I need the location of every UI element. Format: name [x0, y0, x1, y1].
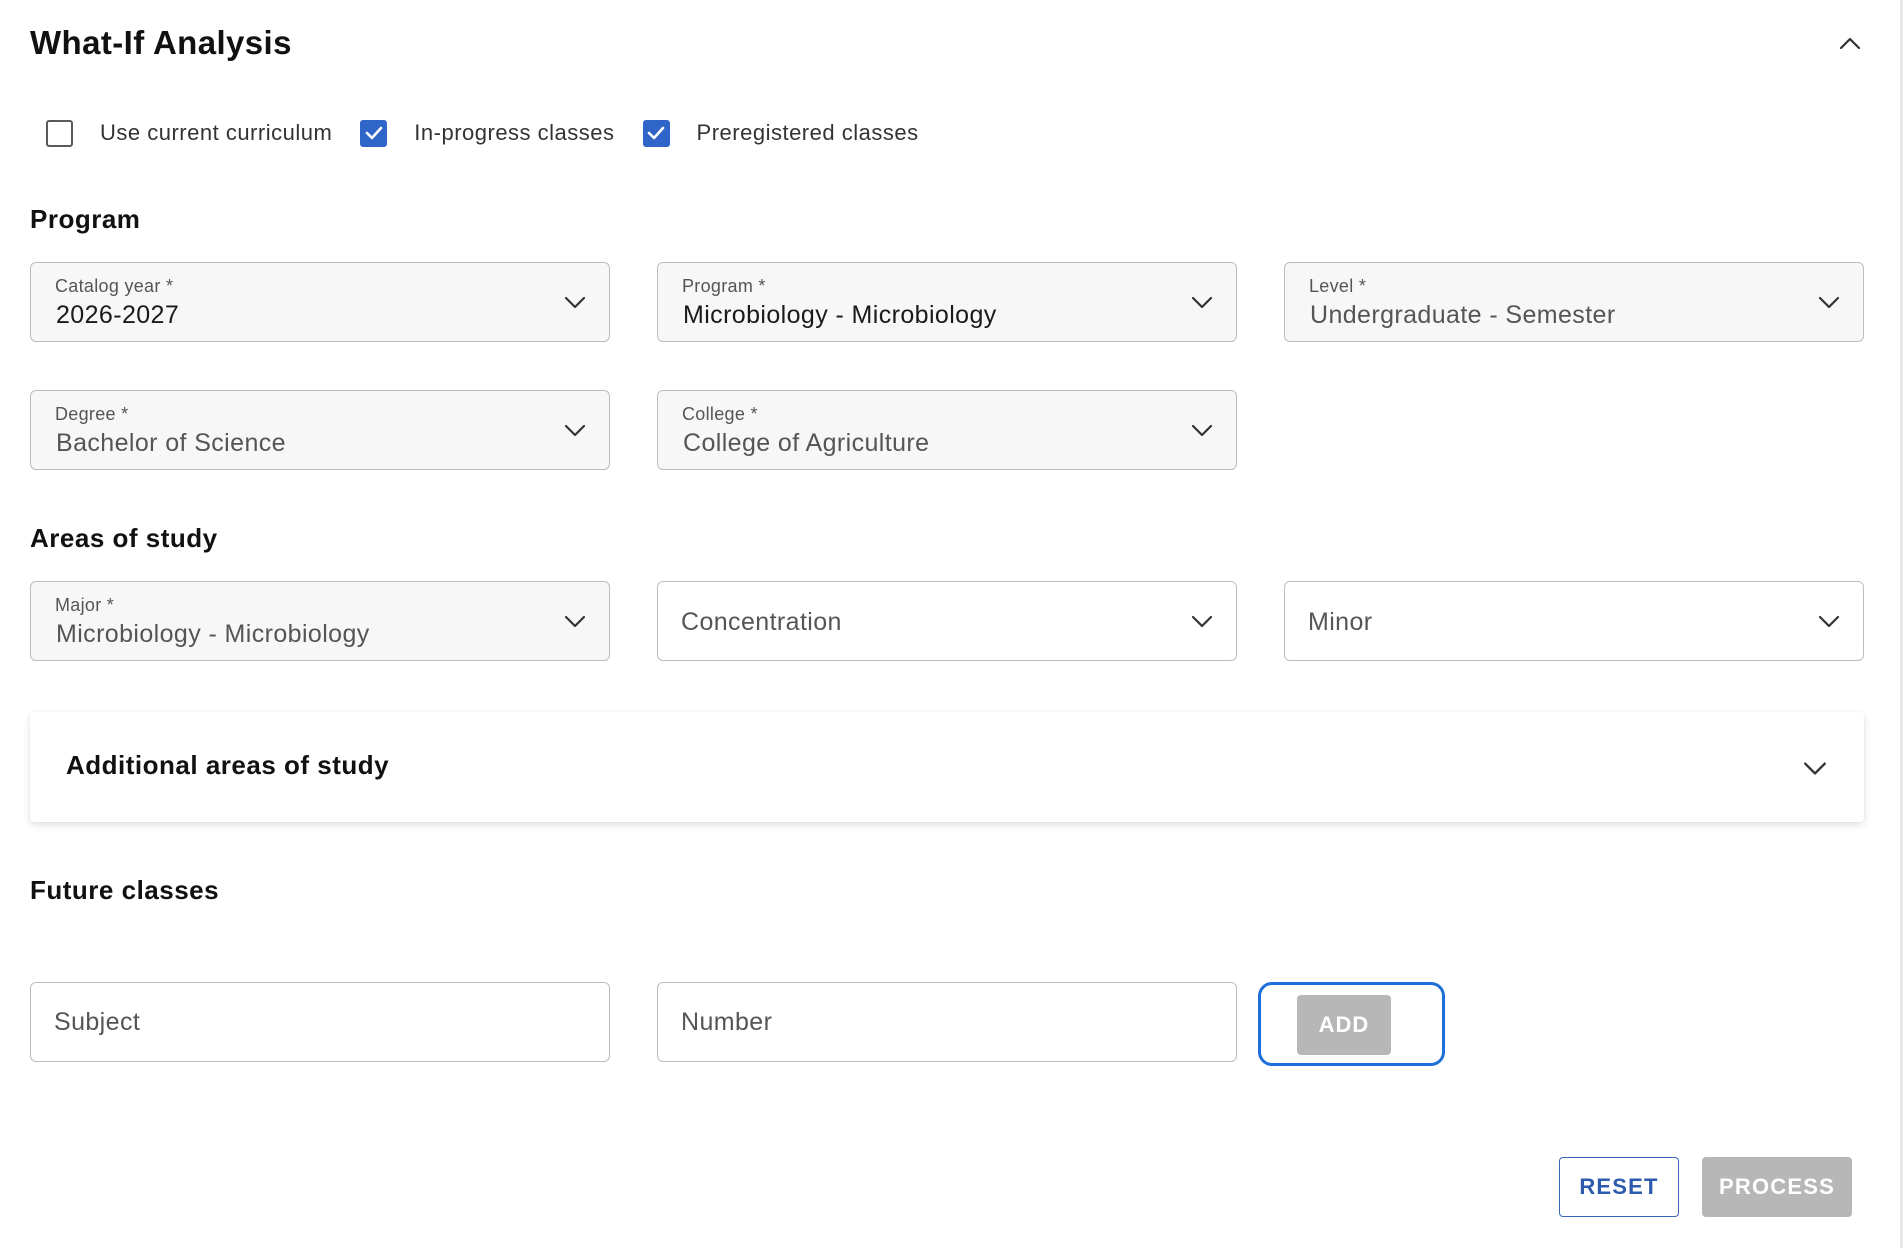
major-label: Major *: [55, 595, 115, 615]
program-value: Microbiology - Microbiology: [683, 301, 997, 329]
add-button[interactable]: ADD: [1297, 995, 1391, 1055]
major-select[interactable]: Major * Microbiology - Microbiology: [30, 581, 610, 661]
catalog-year-label: Catalog year *: [55, 276, 174, 296]
college-value: College of Agriculture: [683, 429, 930, 457]
in-progress-classes-label: In-progress classes: [414, 120, 615, 145]
chevron-down-icon: [1804, 762, 1826, 775]
minor-select[interactable]: Minor: [1284, 581, 1864, 661]
page-title: What-If Analysis: [30, 24, 292, 61]
program-select[interactable]: Program * Microbiology - Microbiology: [657, 262, 1237, 342]
level-label: Level *: [1309, 276, 1367, 296]
program-label: Program *: [682, 276, 766, 296]
major-value: Microbiology - Microbiology: [56, 620, 370, 648]
catalog-year-select[interactable]: Catalog year * 2026-2027: [30, 262, 610, 342]
subject-input[interactable]: [30, 982, 610, 1062]
use-current-curriculum-label: Use current curriculum: [100, 120, 333, 145]
concentration-select[interactable]: Concentration: [657, 581, 1237, 661]
reset-button[interactable]: RESET: [1559, 1157, 1679, 1217]
college-label: College *: [682, 404, 758, 424]
options-row: Use current curriculum In-progress class…: [46, 116, 919, 150]
chevron-down-icon: [564, 615, 586, 628]
chevron-down-icon: [564, 424, 586, 437]
number-input[interactable]: [657, 982, 1237, 1062]
level-select[interactable]: Level * Undergraduate - Semester: [1284, 262, 1864, 342]
program-heading: Program: [30, 204, 141, 234]
additional-areas-accordion[interactable]: Additional areas of study: [30, 712, 1864, 822]
areas-of-study-heading: Areas of study: [30, 523, 218, 553]
chevron-down-icon: [1191, 615, 1213, 628]
chevron-down-icon: [1191, 296, 1213, 309]
degree-label: Degree *: [55, 404, 129, 424]
additional-areas-title: Additional areas of study: [66, 750, 390, 780]
degree-select[interactable]: Degree * Bachelor of Science: [30, 390, 610, 470]
chevron-up-icon: [1839, 37, 1861, 50]
concentration-placeholder: Concentration: [681, 608, 842, 636]
minor-placeholder: Minor: [1308, 608, 1373, 636]
chevron-down-icon: [1191, 424, 1213, 437]
preregistered-classes-label: Preregistered classes: [696, 120, 919, 145]
what-if-analysis-page: What-If Analysis Use current curriculum …: [0, 0, 1903, 1248]
chevron-down-icon: [564, 296, 586, 309]
chevron-down-icon: [1818, 615, 1840, 628]
collapse-button[interactable]: [1830, 26, 1870, 60]
process-button[interactable]: PROCESS: [1702, 1157, 1852, 1217]
use-current-curriculum-checkbox[interactable]: Use current curriculum: [46, 119, 333, 147]
level-value: Undergraduate - Semester: [1310, 301, 1616, 329]
checkbox-unchecked-icon: [46, 119, 73, 147]
future-classes-heading: Future classes: [30, 875, 220, 905]
catalog-year-value: 2026-2027: [56, 301, 180, 329]
degree-value: Bachelor of Science: [56, 429, 286, 457]
in-progress-classes-checkbox[interactable]: In-progress classes: [360, 119, 615, 147]
preregistered-classes-checkbox[interactable]: Preregistered classes: [642, 119, 919, 147]
college-select[interactable]: College * College of Agriculture: [657, 390, 1237, 470]
checkbox-checked-icon: [360, 119, 388, 147]
chevron-down-icon: [1818, 296, 1840, 309]
checkbox-checked-icon: [642, 119, 670, 147]
